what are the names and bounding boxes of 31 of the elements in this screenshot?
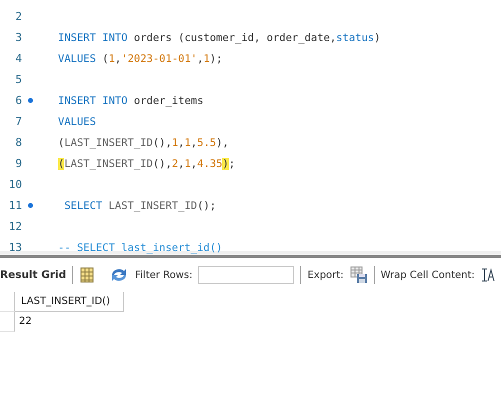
line-number: 3 — [14, 31, 22, 44]
line-number: 12 — [8, 220, 22, 233]
code-line: INSERT INTO order_items — [58, 94, 204, 106]
row-header — [0, 292, 15, 312]
line-number: 6 — [14, 94, 22, 107]
table-cell-text: 22 — [18, 315, 33, 329]
line-number: 11 — [8, 199, 22, 212]
code-line: VALUES — [58, 116, 96, 128]
code-line: (LAST_INSERT_ID(),2,1,4.35); — [58, 158, 236, 170]
line-number: 8 — [14, 136, 22, 149]
line-number: 2 — [14, 10, 22, 23]
export-label: Export: — [307, 270, 344, 280]
result-grid-label: Result Grid — [0, 269, 66, 281]
filter-rows-label: Filter Rows: — [135, 270, 192, 280]
line-number: 5 — [14, 73, 22, 86]
code-line: SELECT LAST_INSERT_ID(); — [63, 200, 216, 212]
code-line: -- SELECT last_insert_id() — [58, 242, 222, 254]
code-line: INSERT INTO orders (customer_id, order_date,status) — [58, 32, 380, 44]
line-number: 4 — [14, 52, 22, 65]
code-line: (LAST_INSERT_ID(),1,1,5.5), — [58, 136, 229, 148]
line-number: 10 — [8, 178, 22, 191]
wrap-text-icon[interactable] — [480, 268, 495, 282]
wrap-cell-content-label: Wrap Cell Content: — [380, 270, 475, 280]
line-number: 7 — [14, 115, 22, 128]
line-number: 13 — [8, 241, 22, 254]
export-icon[interactable] — [350, 266, 368, 284]
grid-icon[interactable] — [79, 267, 96, 283]
filter-field[interactable] — [198, 266, 294, 284]
code-line: VALUES (1,'2023-01-01',1); — [58, 52, 222, 64]
column-header[interactable]: LAST_INSERT_ID() — [15, 292, 124, 312]
line-number: 9 — [14, 157, 22, 170]
